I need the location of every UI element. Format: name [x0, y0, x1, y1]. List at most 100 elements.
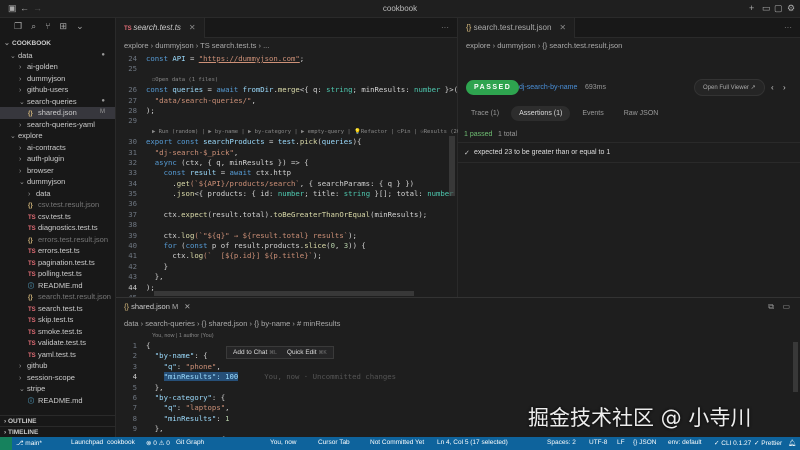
tree-item[interactable]: › github: [0, 360, 115, 372]
workspace-root[interactable]: ⌄ COOKBOOK: [0, 38, 115, 50]
code-line[interactable]: 30 export const searchProducts = test.pic…: [116, 137, 457, 147]
code-lens[interactable]: ☐Open data (1 files): [116, 75, 457, 85]
tree-item[interactable]: › session-scope: [0, 372, 115, 384]
tab-search-test-result-json[interactable]: {} search.test.result.json ✕: [458, 18, 576, 38]
code-line[interactable]: 40 for (const p of result.products.slice…: [116, 241, 457, 251]
tree-item[interactable]: {} shared.json M: [0, 107, 115, 119]
code-line[interactable]: 35 .json<{ products: { id: number; title…: [116, 189, 467, 199]
tree-item[interactable]: {} errors.test.result.json: [0, 234, 115, 246]
tree-item[interactable]: TS validate.test.ts: [0, 337, 115, 349]
tree-item[interactable]: {} search.test.result.json: [0, 291, 115, 303]
notifications-icon[interactable]: 🔔︎: [788, 439, 796, 447]
tree-item[interactable]: TS search.test.ts: [0, 303, 115, 315]
code-line[interactable]: 3 "q": "phone",: [116, 362, 800, 372]
tree-item[interactable]: › ai-golden: [0, 61, 115, 73]
code-area[interactable]: 24 const API = "https://dummyjson.com"; 25…: [116, 54, 467, 303]
code-line[interactable]: 1{: [116, 341, 800, 351]
close-icon[interactable]: ✕: [559, 23, 566, 32]
code-line[interactable]: 24 const API = "https://dummyjson.com";: [116, 54, 457, 64]
encoding[interactable]: UTF-8: [589, 439, 607, 446]
horizontal-scrollbar[interactable]: [154, 291, 414, 296]
vertical-scrollbar[interactable]: [449, 136, 455, 196]
project[interactable]: cookbook: [107, 439, 135, 446]
cursor-tab[interactable]: Cursor Tab: [318, 439, 350, 446]
tree-item[interactable]: ⓘ README.md: [0, 280, 115, 292]
settings-icon[interactable]: ⚙: [787, 3, 795, 14]
git-graph[interactable]: Git Graph: [176, 439, 204, 446]
code-line[interactable]: 32 async (ctx, { q, minResults }) => {: [116, 158, 457, 168]
code-line[interactable]: 36: [116, 199, 457, 209]
tab-assertions[interactable]: Assertions (1): [511, 106, 571, 121]
source-control-icon[interactable]: ⑂: [45, 21, 50, 35]
tree-item[interactable]: ⌄ dummyjson: [0, 176, 115, 188]
indentation[interactable]: Spaces: 2: [547, 439, 576, 446]
tree-item[interactable]: ⓘ README.md: [0, 395, 115, 407]
tab-trace[interactable]: Trace (1): [463, 106, 507, 121]
tree-item[interactable]: › auth-plugin: [0, 153, 115, 165]
code-line[interactable]: 42 }: [116, 262, 457, 272]
tab-events[interactable]: Events: [574, 106, 611, 121]
tab-search-test-ts[interactable]: TS search.test.ts ✕: [116, 18, 205, 38]
branch[interactable]: ⎇ main*: [16, 439, 42, 447]
search-icon[interactable]: ⌕: [31, 21, 36, 35]
tree-item[interactable]: › data: [0, 188, 115, 200]
layout-icon[interactable]: ▭: [762, 3, 771, 14]
tab-raw-json[interactable]: Raw JSON: [616, 106, 667, 121]
code-line[interactable]: 39 ctx.log(`"${q}" → ${result.total} res…: [116, 231, 457, 241]
test-name-link[interactable]: dj-search-by-name: [519, 84, 577, 91]
launchpad[interactable]: Launchpad: [71, 439, 103, 446]
chevron-down-icon[interactable]: ⌄: [76, 21, 84, 35]
commit-status[interactable]: Not Committed Yet: [370, 439, 424, 446]
env-selector[interactable]: env: default: [668, 439, 702, 446]
tree-item[interactable]: ⌄ data ●: [0, 50, 115, 62]
quick-edit-button[interactable]: Quick Edit ⌘K: [287, 349, 327, 356]
tree-item[interactable]: ⌄ explore: [0, 130, 115, 142]
next-icon[interactable]: ›: [783, 83, 786, 92]
tree-item[interactable]: › ai-contracts: [0, 142, 115, 154]
breadcrumb[interactable]: explore › dummyjson › {} search.test.res…: [458, 38, 800, 54]
code-line[interactable]: 37 ctx.expect(result.total).toBeGreaterT…: [116, 210, 457, 220]
code-line[interactable]: 25: [116, 64, 457, 74]
layout-icon[interactable]: ▭: [782, 302, 790, 311]
code-line[interactable]: 33 const result = await ctx.http: [116, 168, 457, 178]
breadcrumb[interactable]: data › search-queries › {} shared.json ›…: [116, 316, 340, 332]
tree-item[interactable]: {} csv.test.result.json: [0, 199, 115, 211]
code-line[interactable]: 29: [116, 116, 457, 126]
cli-version[interactable]: ✓ CLI 0.1.27: [714, 439, 751, 447]
open-full-viewer-button[interactable]: Open Full Viewer ↗: [694, 79, 765, 96]
problems[interactable]: ⊗ 0 ⚠ 0: [146, 439, 170, 447]
code-line[interactable]: 27 "data/search-queries/",: [116, 96, 457, 106]
tree-item[interactable]: › dummyjson: [0, 73, 115, 85]
code-editor[interactable]: TS search.test.ts ✕ ··· explore › dummyjs…: [116, 18, 467, 302]
tree-item[interactable]: TS diagnostics.test.ts: [0, 222, 115, 234]
prettier[interactable]: ✓ Prettier: [754, 439, 782, 447]
breadcrumb[interactable]: explore › dummyjson › TS search.test.ts …: [116, 38, 457, 54]
close-icon[interactable]: ✕: [189, 23, 196, 32]
tree-item[interactable]: › github-users: [0, 84, 115, 96]
tab-shared-json[interactable]: {} shared.json M ✕: [116, 298, 199, 316]
tree-item[interactable]: › search-queries-yaml: [0, 119, 115, 131]
tree-item[interactable]: TS pagination.test.ts: [0, 257, 115, 269]
explorer-icon[interactable]: ❐: [14, 21, 22, 35]
code-line[interactable]: 34 .get(`${API}/products/search`, { sear…: [116, 179, 457, 189]
code-line[interactable]: 4 "minResults": 100 You, now · Uncommitte…: [116, 372, 800, 382]
eol[interactable]: LF: [617, 439, 625, 446]
extensions-icon[interactable]: ⊞: [60, 21, 68, 35]
code-line[interactable]: 38: [116, 220, 457, 230]
cursor-position[interactable]: Ln 4, Col 5 (17 selected): [437, 439, 508, 446]
code-line[interactable]: 31 "dj-search-$_pick",: [116, 148, 457, 158]
code-line[interactable]: 28);: [116, 106, 457, 116]
tree-item[interactable]: TS yaml.test.ts: [0, 349, 115, 361]
tree-item[interactable]: ⌄ stripe: [0, 383, 115, 395]
new-icon[interactable]: +: [749, 3, 754, 13]
tree-item[interactable]: ⌄ search-queries ●: [0, 96, 115, 108]
more-icon[interactable]: ···: [784, 23, 792, 32]
tree-item[interactable]: TS polling.test.ts: [0, 268, 115, 280]
outline-section[interactable]: › OUTLINE: [0, 415, 115, 426]
split-icon[interactable]: ⧉: [768, 302, 774, 312]
vertical-scrollbar[interactable]: [793, 342, 798, 392]
code-line[interactable]: 5 },: [116, 383, 800, 393]
more-icon[interactable]: ···: [441, 23, 449, 32]
code-line[interactable]: 43 },: [116, 272, 457, 282]
close-icon[interactable]: ✕: [184, 302, 190, 311]
